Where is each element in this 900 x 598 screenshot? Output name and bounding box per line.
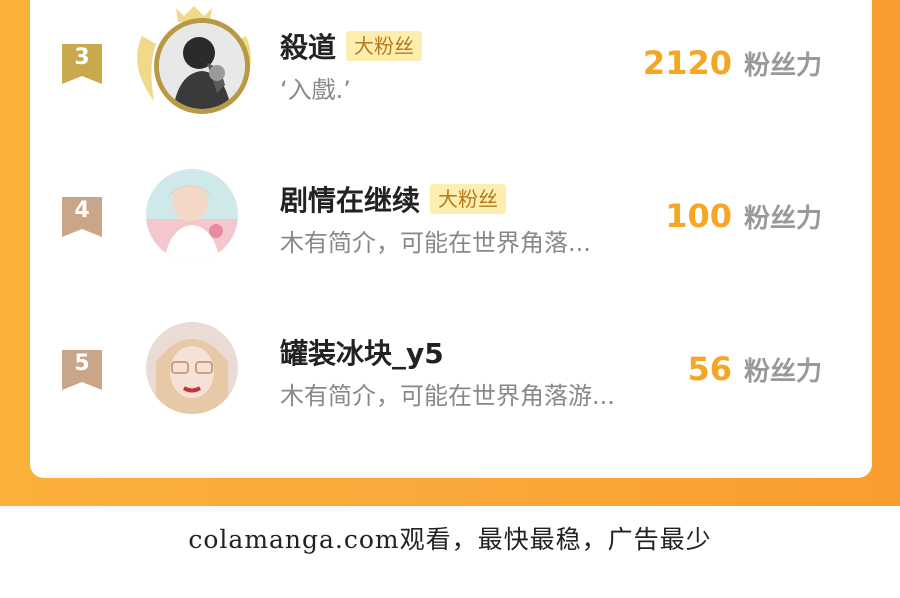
fan-power-score: 2120 粉丝力 <box>643 44 822 84</box>
score-unit: 粉丝力 <box>743 204 822 234</box>
rank-ribbon-icon: 3 <box>60 42 104 86</box>
avatar[interactable] <box>146 322 242 418</box>
footer-watermark-text: colamanga.com观看，最快最稳，广告最少 <box>188 525 712 554</box>
rank-number: 5 <box>74 351 90 376</box>
user-bio: 木有简介，可能在世界角落... <box>280 229 591 257</box>
ranking-row-4[interactable]: 4 剧情在继续 大粉丝 木有简介，可能在世界角落... 100 粉丝力 <box>30 165 872 275</box>
ranking-row-3[interactable]: 3 殺道 大粉丝 ‘入戲.’ 2120 粉丝力 <box>30 6 872 122</box>
ranking-row-5[interactable]: 5 罐装冰块_y5 木有简介，可能在世界角落游... 56 粉丝力 <box>30 318 872 428</box>
score-value: 2120 <box>642 44 732 82</box>
score-value: 56 <box>687 350 732 388</box>
user-name[interactable]: 剧情在继续 <box>280 179 420 219</box>
fan-level-badge: 大粉丝 <box>430 184 507 214</box>
avatar[interactable] <box>137 6 251 114</box>
user-bio: ‘入戲.’ <box>280 76 351 104</box>
rank-ribbon-icon: 4 <box>60 195 104 239</box>
fan-level-badge: 大粉丝 <box>346 31 423 61</box>
avatar-image <box>146 322 238 414</box>
rank-ribbon-icon: 5 <box>60 348 104 392</box>
avatar-image <box>154 18 250 114</box>
fan-power-score: 56 粉丝力 <box>687 350 822 390</box>
avatar[interactable] <box>146 169 242 265</box>
ranking-card: 3 殺道 大粉丝 ‘入戲.’ 2120 粉丝力 4 剧情在继续 大粉丝 木有简介… <box>30 0 872 478</box>
rank-number: 4 <box>74 198 90 223</box>
score-value: 100 <box>665 197 732 235</box>
rank-number: 3 <box>74 45 90 70</box>
avatar-image <box>146 169 238 261</box>
score-unit: 粉丝力 <box>743 357 822 387</box>
user-name[interactable]: 罐装冰块_y5 <box>280 332 444 372</box>
footer: colamanga.com观看，最快最稳，广告最少 <box>0 506 900 598</box>
user-name[interactable]: 殺道 <box>280 26 336 66</box>
fan-power-score: 100 粉丝力 <box>665 197 822 237</box>
score-unit: 粉丝力 <box>743 51 822 81</box>
user-bio: 木有简介，可能在世界角落游... <box>280 382 615 410</box>
